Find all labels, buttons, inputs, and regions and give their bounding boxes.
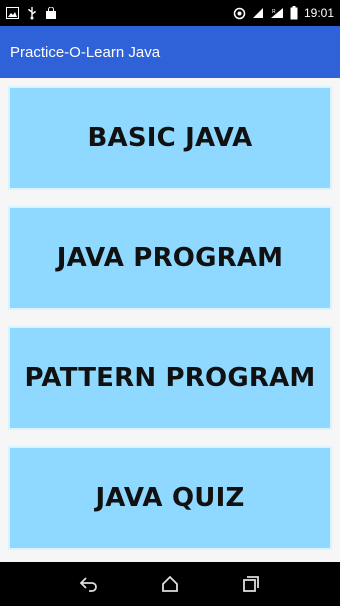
usb-icon (27, 6, 37, 20)
sync-icon (233, 7, 246, 20)
no-sim-icon (252, 7, 264, 19)
back-icon[interactable] (73, 568, 105, 600)
pattern-program-label: PATTERN PROGRAM (24, 363, 316, 393)
java-program-button[interactable]: JAVA PROGRAM (8, 206, 332, 310)
recents-icon[interactable] (235, 568, 267, 600)
navigation-bar (0, 562, 340, 606)
java-quiz-button[interactable]: JAVA QUIZ (8, 446, 332, 550)
app-bar: Practice-O-Learn Java (0, 26, 340, 78)
menu-list: BASIC JAVA JAVA PROGRAM PATTERN PROGRAM … (0, 78, 340, 562)
app-title: Practice-O-Learn Java (10, 43, 161, 61)
shopping-bag-icon (45, 6, 57, 20)
basic-java-label: BASIC JAVA (87, 123, 253, 153)
java-quiz-label: JAVA QUIZ (95, 483, 245, 513)
status-bar: R 19:01 (0, 0, 340, 26)
battery-icon (290, 6, 298, 20)
svg-text:R: R (272, 9, 276, 15)
basic-java-button[interactable]: BASIC JAVA (8, 86, 332, 190)
status-right: R 19:01 (233, 6, 334, 20)
status-left (6, 6, 57, 20)
java-program-label: JAVA PROGRAM (56, 243, 284, 273)
image-icon (6, 7, 19, 19)
home-icon[interactable] (154, 568, 186, 600)
status-time: 19:01 (303, 6, 334, 20)
signal-icon: R (270, 7, 284, 19)
pattern-program-button[interactable]: PATTERN PROGRAM (8, 326, 332, 430)
